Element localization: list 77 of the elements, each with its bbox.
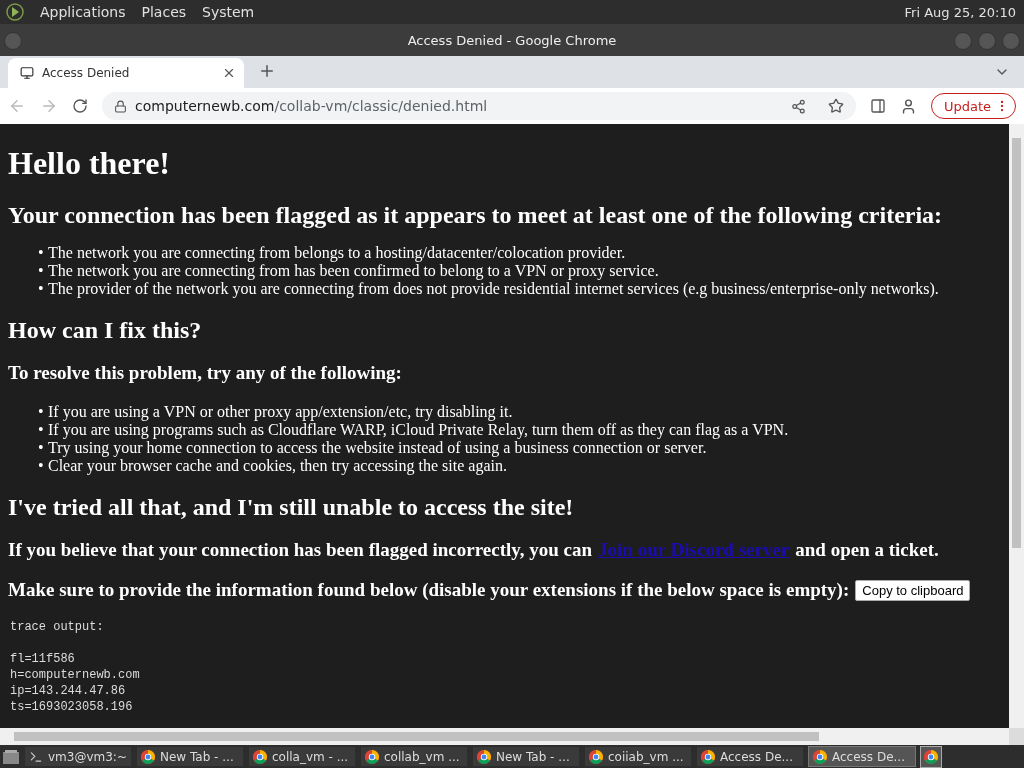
window-title: Access Denied - Google Chrome [407, 32, 617, 48]
side-panel-icon [869, 98, 886, 114]
vertical-scrollbar[interactable] [1009, 124, 1024, 728]
trace-line: fl=11f586 [10, 651, 76, 667]
list-item: The provider of the network you are connecting from does not provide residential internet services (e.g business/enterprise-only networks). [48, 279, 939, 298]
trace-line: h=computernewb.com [10, 667, 141, 683]
bullet: • [38, 278, 44, 298]
page-heading: Hello there! [8, 145, 171, 182]
paragraph-text: Make sure to provide the information found below (disable your extensions if the below space is empty): [8, 579, 850, 601]
taskbar-button[interactable]: colla_vm - ... [248, 746, 356, 767]
subheading: To resolve this problem, try any of the following: [8, 362, 403, 384]
copy-button[interactable]: Copy to clipboard [855, 579, 971, 601]
update-button[interactable]: Update [930, 93, 1016, 119]
trace-line: ip=143.244.47.86 [10, 683, 127, 699]
plus-icon [258, 62, 276, 80]
bullet: • [38, 437, 44, 457]
close-tab-button[interactable] [222, 66, 236, 80]
clock: Fri Aug 25, 20:10 [904, 4, 1016, 20]
tab-title: Access Denied [42, 66, 131, 80]
taskbar-button[interactable]: Access De... [696, 746, 804, 767]
bullet: • [38, 401, 44, 421]
section-heading: How can I fix this? [8, 317, 203, 344]
menu-item[interactable]: Applications [40, 4, 126, 20]
new-tab-button[interactable] [258, 62, 276, 80]
paragraph-text: and open a ticket. [795, 539, 939, 561]
browser-icon [701, 749, 715, 764]
terminal-icon [29, 749, 43, 764]
reload-icon [72, 98, 88, 114]
address-bar[interactable]: computernewb.com/collab-vm/classic/denied.html [102, 92, 856, 120]
close-icon [222, 66, 236, 80]
bullet: • [38, 242, 44, 262]
list-item: If you are using programs such as Cloudflare WARP, iCloud Private Relay, turn them off as they can flag as a VPN. [48, 420, 789, 439]
browser-icon [477, 749, 491, 764]
bookmark-star-button[interactable] [827, 98, 844, 114]
list-item: The network you are connecting from belongs to a hosting/datacenter/colocation provider. [48, 242, 626, 262]
bullet: • [38, 455, 44, 475]
bullet: • [38, 419, 44, 439]
url-path: /collab-vm/classic/denied.html [274, 98, 488, 114]
list-item: The network you are connecting from has been confirmed to belong to a VPN or proxy service. [48, 261, 659, 280]
list-item: Clear your browser cache and cookies, then try accessing the site again. [48, 456, 507, 475]
bullet: • [38, 260, 44, 280]
taskbar-button[interactable]: collab_vm ... [360, 746, 468, 767]
app-menu-icon[interactable] [6, 3, 24, 21]
star-icon [827, 98, 844, 114]
menu-item[interactable]: Places [141, 4, 187, 20]
browser-icon [365, 749, 379, 764]
browser-tab[interactable]: Access Denied [8, 58, 244, 88]
list-item: Try using your home connection to access the website instead of using a business connection or server. [48, 438, 707, 457]
section-heading: I've tried all that, and I'm still unable to access the site! [8, 494, 575, 521]
back-icon [8, 97, 26, 115]
browser-icon [924, 749, 938, 764]
section-heading: Your connection has been flagged as it appears to meet at least one of the following criteria: [8, 202, 944, 229]
browser-icon [253, 749, 267, 764]
browser-icon [813, 749, 827, 764]
trace-heading: trace output: [10, 619, 105, 635]
paragraph-text: If you believe that your connection has been flagged incorrectly, you can [8, 539, 593, 561]
taskbar-button[interactable]: vm3@vm3:~ [24, 746, 132, 767]
trace-line: ts=1693023058.196 [10, 699, 134, 715]
share-button[interactable] [790, 98, 806, 114]
menu-item[interactable]: System [202, 4, 255, 20]
scrollbar-corner [1009, 728, 1024, 745]
taskbar-button[interactable]: Access De... [808, 746, 916, 767]
list-item: If you are using a VPN or other proxy app/extension/etc, try disabling it. [48, 401, 513, 421]
taskbar-button[interactable]: coiiab_vm ... [584, 746, 692, 767]
forward-icon [40, 97, 58, 115]
taskbar-button[interactable]: New Tab - ... [136, 746, 244, 767]
browser-icon [589, 749, 603, 764]
share-icon [790, 98, 806, 114]
url-domain: computernewb.com [135, 98, 275, 114]
reload-button[interactable] [72, 98, 88, 114]
taskbar-button[interactable]: New Tab - ... [472, 746, 580, 767]
horizontal-scrollbar[interactable] [0, 728, 1009, 745]
browser-icon [141, 749, 155, 764]
side-panel-button[interactable] [869, 98, 886, 114]
taskbar-app-icon[interactable] [920, 745, 942, 768]
computer-icon [20, 66, 34, 80]
show-desktop-icon[interactable] [2, 748, 20, 765]
